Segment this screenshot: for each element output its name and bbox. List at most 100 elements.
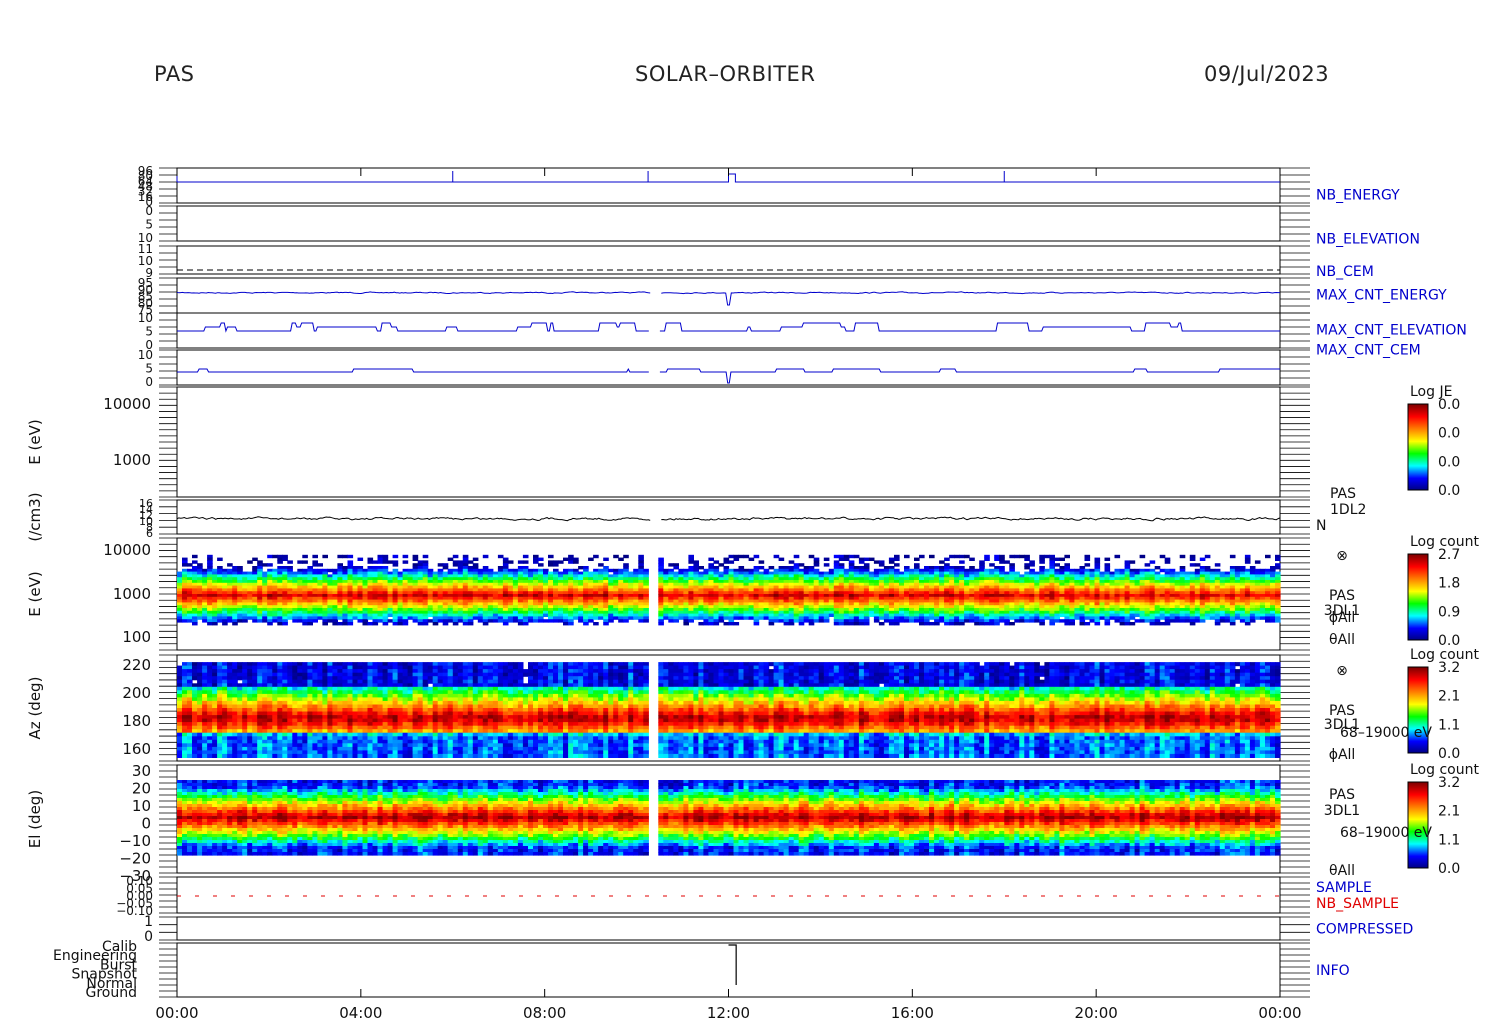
heat-cell xyxy=(894,563,900,567)
heat-cell xyxy=(177,711,183,716)
heat-cell xyxy=(1164,560,1171,564)
heat-cell xyxy=(177,669,183,674)
heat-cell xyxy=(878,616,885,620)
heat-cell xyxy=(182,669,188,674)
heat-cell xyxy=(467,560,474,564)
heat-cell xyxy=(427,619,434,623)
heat-cell xyxy=(848,554,855,559)
heat-cell xyxy=(522,622,529,626)
heat-cell xyxy=(1189,563,1196,567)
side-label: ⊗ xyxy=(1336,548,1348,564)
heat-cell xyxy=(949,554,955,559)
heat-cell xyxy=(1204,616,1211,620)
heat-cell xyxy=(853,554,860,559)
heat-cell xyxy=(758,560,765,564)
heat-cell xyxy=(302,622,308,626)
heat-cell xyxy=(608,568,614,573)
heat-cell xyxy=(533,560,539,564)
heat-cell xyxy=(207,622,213,626)
heat-cell xyxy=(1024,566,1030,570)
heat-cell xyxy=(402,622,409,626)
heat-cell xyxy=(999,560,1005,564)
heat-cell xyxy=(482,622,489,626)
heat-cell xyxy=(823,557,830,561)
heat-cell xyxy=(377,619,384,623)
heat-cell xyxy=(1104,622,1111,626)
heat-cell xyxy=(312,563,318,567)
heat-cell xyxy=(437,563,444,567)
heat-cell xyxy=(773,554,780,559)
heat-cell xyxy=(497,554,504,559)
heat-cell xyxy=(1114,619,1121,623)
heat-cell xyxy=(517,622,524,626)
heat-cell xyxy=(588,557,594,561)
heat-cell xyxy=(267,554,273,559)
colorbar-tick: 0.0 xyxy=(1438,426,1460,442)
side-label: PAS xyxy=(1329,588,1355,604)
panel-5-frame xyxy=(176,349,1281,386)
heat-cell xyxy=(758,616,765,620)
heat-cell xyxy=(944,557,950,561)
heat-cell xyxy=(437,619,444,623)
heat-cell xyxy=(758,566,765,570)
heat-cell xyxy=(522,554,529,559)
heat-cell xyxy=(1275,557,1281,561)
heat-cell xyxy=(1275,619,1281,623)
heat-cell xyxy=(628,616,634,620)
heat-cell xyxy=(713,622,720,626)
colorbar xyxy=(1408,404,1428,491)
heat-cell xyxy=(778,557,785,561)
heat-cell xyxy=(688,560,694,564)
heat-cell xyxy=(818,619,825,623)
heat-cell xyxy=(533,619,539,623)
y-axis-label: E (eV) xyxy=(26,571,44,616)
heat-cell xyxy=(237,619,243,623)
heat-cell xyxy=(1029,563,1035,567)
heat-cell xyxy=(177,676,183,681)
colorbar-tick: 0.0 xyxy=(1438,454,1460,470)
heat-cell xyxy=(979,622,985,626)
heat-cell xyxy=(317,616,323,620)
y-tick-label: 5 xyxy=(145,218,153,232)
colorbar-tick: 2.7 xyxy=(1438,547,1460,563)
heat-cell xyxy=(568,622,574,626)
heat-cell xyxy=(563,622,569,626)
heat-cell xyxy=(1084,557,1091,561)
y-axis-label: Az (deg) xyxy=(26,677,44,740)
heat-cell xyxy=(1059,557,1065,561)
heat-cell xyxy=(512,619,519,623)
heat-cell xyxy=(593,616,599,620)
heat-cell xyxy=(1014,619,1020,623)
heat-cell xyxy=(538,563,544,567)
heat-cell xyxy=(177,693,183,698)
heat-cell xyxy=(177,729,183,734)
heat-cell xyxy=(578,566,584,570)
heat-cell xyxy=(1179,554,1186,559)
heat-cell xyxy=(182,619,188,623)
heat-cell xyxy=(457,619,464,623)
heat-cell xyxy=(477,619,484,623)
heat-cell xyxy=(1149,560,1156,564)
heat-cell xyxy=(838,622,845,626)
heat-cell xyxy=(959,560,965,564)
heat-cell xyxy=(492,619,499,623)
heat-cell xyxy=(959,622,965,626)
heat-cell xyxy=(202,619,208,623)
heat-cell xyxy=(1214,622,1221,626)
heat-cell xyxy=(382,622,389,626)
heat-cell xyxy=(347,554,354,559)
heat-cell xyxy=(212,622,218,626)
heat-cell xyxy=(1124,622,1131,626)
heat-cell xyxy=(698,616,704,620)
heat-cell xyxy=(999,619,1005,623)
heat-cell xyxy=(1174,619,1181,623)
heat-cell xyxy=(964,554,970,559)
heat-cell xyxy=(1049,622,1055,626)
heat-cell xyxy=(843,557,850,561)
heat-cell xyxy=(994,557,1000,561)
heat-cell xyxy=(623,619,629,623)
heat-cell xyxy=(888,622,895,626)
heat-cell xyxy=(698,622,704,626)
heat-cell xyxy=(733,557,740,561)
heat-cell xyxy=(673,566,679,570)
